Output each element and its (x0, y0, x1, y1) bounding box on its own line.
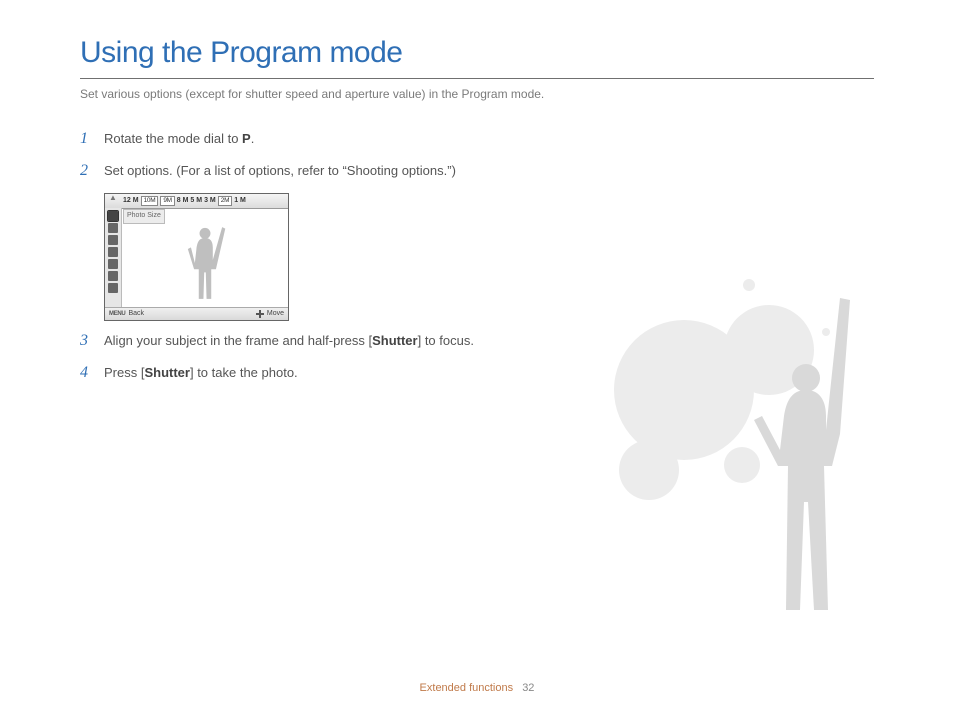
move-label: Move (267, 309, 284, 320)
step-body: Press [Shutter] to take the photo. (104, 363, 480, 383)
back-label: Back (128, 309, 144, 320)
option-chip: 2M (218, 196, 232, 206)
step-text: ] to take the photo. (190, 365, 298, 380)
shutter-label: Shutter (144, 365, 190, 380)
page-subtitle: Set various options (except for shutter … (80, 87, 874, 101)
navigate-icon (256, 310, 264, 318)
steps-list: 1 Rotate the mode dial to P. 2 Set optio… (80, 129, 480, 384)
step-text: Set options. (For a list of options, ref… (104, 163, 456, 178)
footer-section: Extended functions (420, 682, 514, 694)
up-arrow-icon: ▲ (109, 193, 117, 204)
decorative-silhouette (564, 270, 894, 630)
photo-size-option-bar: 12 M 10M 9M 8 M 5 M 3 M 2M 1 M (105, 194, 288, 209)
sidebar-icon (108, 271, 118, 281)
option-chip: 5 M (190, 196, 202, 207)
settings-sidebar (105, 208, 122, 308)
step-text: ] to focus. (418, 333, 474, 348)
subject-silhouette-icon (175, 224, 235, 302)
step-number: 1 (80, 129, 96, 148)
photo-size-label: Photo Size (123, 209, 165, 224)
footer-page-number: 32 (522, 682, 534, 694)
step-4: 4 Press [Shutter] to take the photo. (80, 363, 480, 383)
option-chip: 8 M (177, 196, 189, 207)
menu-icon: MENU (109, 310, 125, 319)
step-body: Rotate the mode dial to P. (104, 129, 480, 149)
step-text: Align your subject in the frame and half… (104, 333, 372, 348)
step-number: 2 (80, 161, 96, 180)
step-number: 4 (80, 363, 96, 382)
camera-screen-illustration: ▲ 12 M 10M 9M 8 M 5 M 3 M 2M 1 M Photo S… (104, 193, 289, 321)
mode-p-label: P (242, 131, 251, 146)
screen-bottom-bar: MENU Back Move (105, 307, 288, 320)
step-3: 3 Align your subject in the frame and ha… (80, 331, 480, 351)
step-body: Set options. (For a list of options, ref… (104, 161, 480, 181)
step-text: Press [ (104, 365, 144, 380)
shutter-label: Shutter (372, 333, 418, 348)
title-rule (80, 78, 874, 79)
step-1: 1 Rotate the mode dial to P. (80, 129, 480, 149)
sidebar-icon (108, 235, 118, 245)
option-chip: 10M (141, 196, 159, 206)
sidebar-icon (108, 259, 118, 269)
page-title: Using the Program mode (80, 36, 874, 74)
step-2: 2 Set options. (For a list of options, r… (80, 161, 480, 181)
sidebar-icon (108, 211, 118, 221)
option-chip: 1 M (234, 196, 246, 207)
sidebar-icon (108, 283, 118, 293)
sidebar-icon (108, 247, 118, 257)
page-footer: Extended functions 32 (0, 682, 954, 694)
option-chip: 3 M (204, 196, 216, 207)
step-text: Rotate the mode dial to (104, 131, 242, 146)
option-chip: 9M (160, 196, 174, 206)
step-body: Align your subject in the frame and half… (104, 331, 480, 351)
option-chip: 12 M (123, 196, 139, 207)
step-text: . (251, 131, 255, 146)
step-number: 3 (80, 331, 96, 350)
sidebar-icon (108, 223, 118, 233)
